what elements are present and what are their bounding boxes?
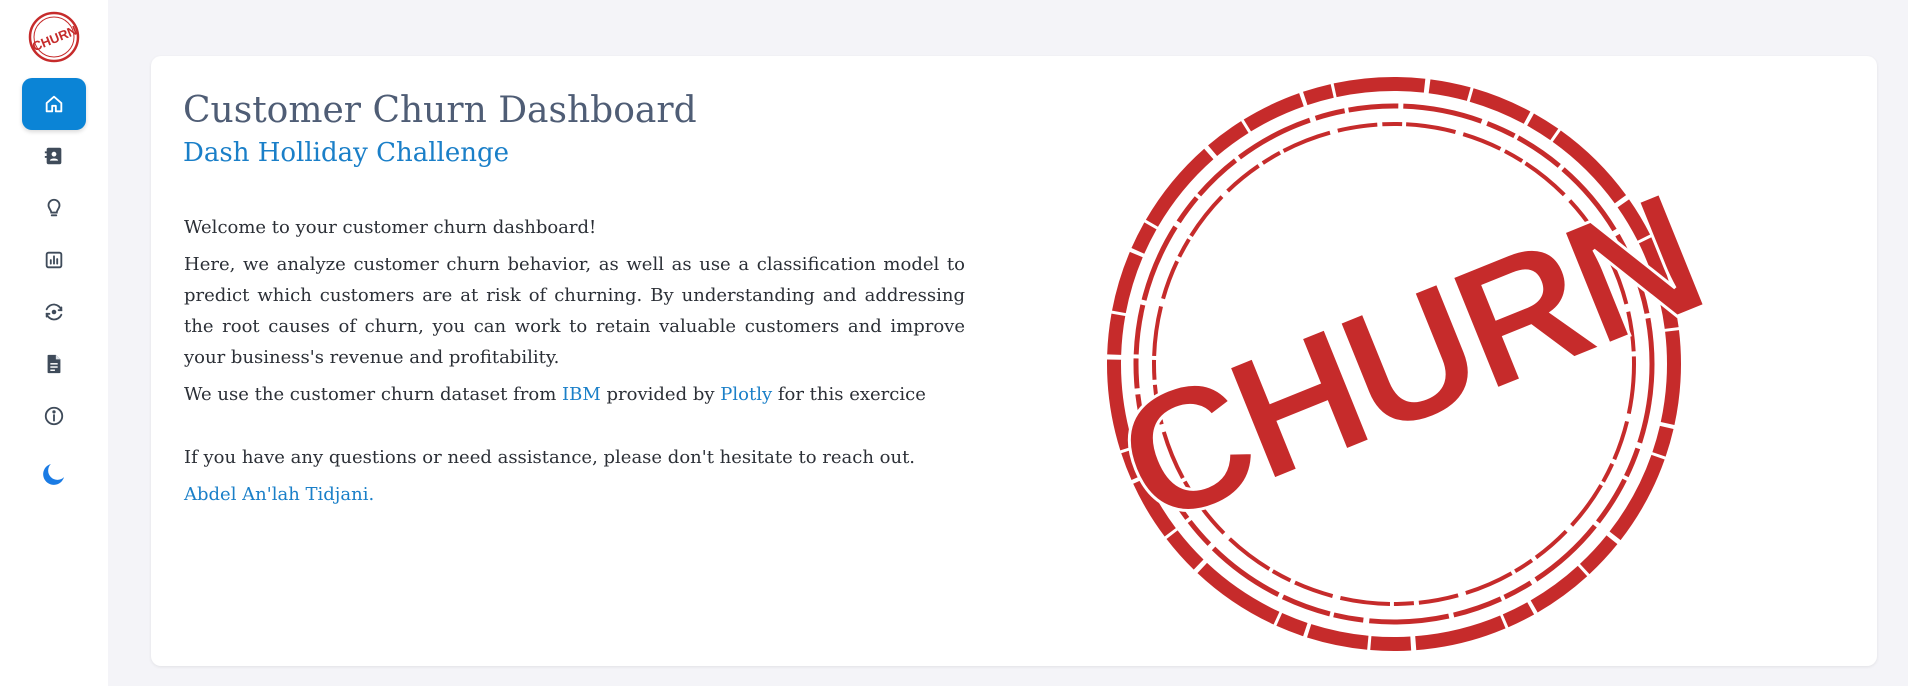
svg-text:CHURN: CHURN (30, 23, 79, 54)
nav-about[interactable] (22, 390, 86, 442)
nav-analytics[interactable] (22, 234, 86, 286)
intro-text: Welcome to your customer churn dashboard… (184, 212, 965, 516)
theme-toggle[interactable] (22, 448, 86, 500)
nav-report[interactable] (22, 338, 86, 390)
contact-text: If you have any questions or need assist… (184, 447, 916, 468)
info-icon (44, 406, 64, 426)
home-icon (45, 95, 63, 113)
sidebar: CHURN (0, 0, 108, 686)
plotly-link[interactable]: Plotly (720, 384, 772, 405)
page-subtitle: Dash Holliday Challenge (183, 138, 510, 168)
nav-insights[interactable] (22, 182, 86, 234)
welcome-text: Welcome to your customer churn dashboard… (184, 217, 597, 238)
lightbulb-icon (47, 198, 61, 217)
contact-book-icon (44, 147, 62, 165)
dataset-text: We use the customer churn dataset from I… (184, 379, 965, 410)
intro-paragraph: Here, we analyze customer churn behavior… (184, 254, 965, 368)
page-title: Customer Churn Dashboard (183, 90, 697, 131)
nav-monitor[interactable] (22, 286, 86, 338)
author-line: Abdel An'lah Tidjani. (184, 479, 965, 510)
dataset-prefix: We use the customer churn dataset from (184, 384, 557, 405)
bar-chart-icon (45, 251, 63, 269)
churn-stamp-image: CHURN (1092, 77, 1726, 651)
document-icon (47, 354, 61, 374)
dataset-suffix: for this exercice (777, 384, 926, 405)
moon-icon (43, 464, 64, 485)
eye-refresh-icon (45, 303, 63, 321)
ibm-link[interactable]: IBM (562, 384, 601, 405)
nav-contacts[interactable] (22, 130, 86, 182)
main-card: Customer Churn Dashboard Dash Holliday C… (151, 56, 1877, 666)
dataset-middle: provided by (606, 384, 715, 405)
author-link[interactable]: Abdel An'lah Tidjani. (184, 484, 374, 505)
nav-home[interactable] (22, 78, 86, 130)
churn-logo[interactable]: CHURN (27, 10, 81, 64)
